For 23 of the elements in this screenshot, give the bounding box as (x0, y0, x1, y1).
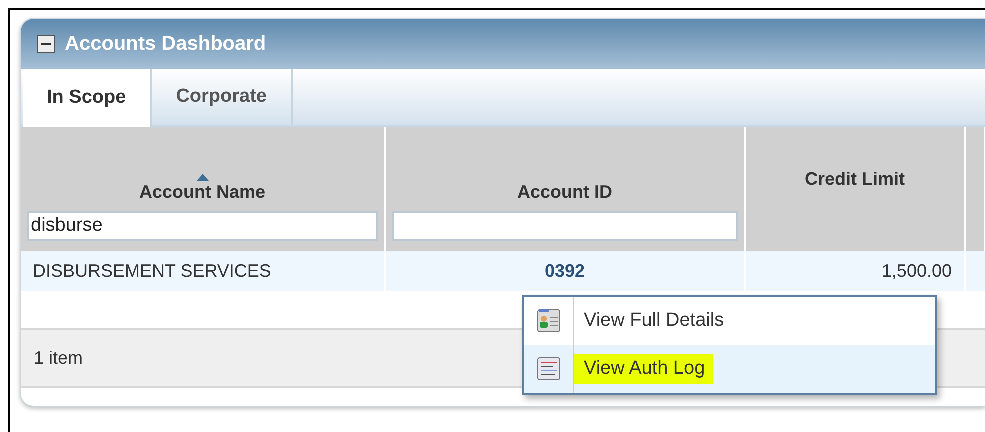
column-header[interactable]: Credit Limit (746, 127, 964, 251)
column-header[interactable]: Account Name disburse (21, 127, 384, 251)
column-header[interactable] (966, 127, 984, 251)
contact-card-icon (536, 309, 560, 333)
table-cell: DISBURSEMENT SERVICES (33, 260, 272, 282)
column-header[interactable]: Account ID (386, 127, 744, 251)
column-label: Account ID (517, 182, 612, 203)
item-count: 1 item (34, 348, 84, 368)
account-link[interactable]: 0392 (544, 260, 586, 282)
column-label: Account Name (139, 182, 266, 203)
tab[interactable]: In Scope (23, 69, 152, 127)
panel-title: Accounts Dashboard (65, 32, 266, 56)
document-lines-icon (536, 357, 560, 381)
menu-item[interactable]: View Full Details (524, 297, 935, 345)
table-cell: 1,500.00 (882, 260, 952, 282)
sort-arrow-icon (196, 174, 208, 181)
collapse-toggle[interactable] (37, 35, 55, 53)
minus-icon (41, 43, 51, 45)
filter-field[interactable]: disburse (27, 211, 378, 241)
menu-item[interactable]: View Auth Log (524, 345, 935, 393)
table-cell (966, 251, 985, 291)
column-label: Credit Limit (804, 169, 905, 190)
filter-field[interactable] (392, 211, 738, 241)
